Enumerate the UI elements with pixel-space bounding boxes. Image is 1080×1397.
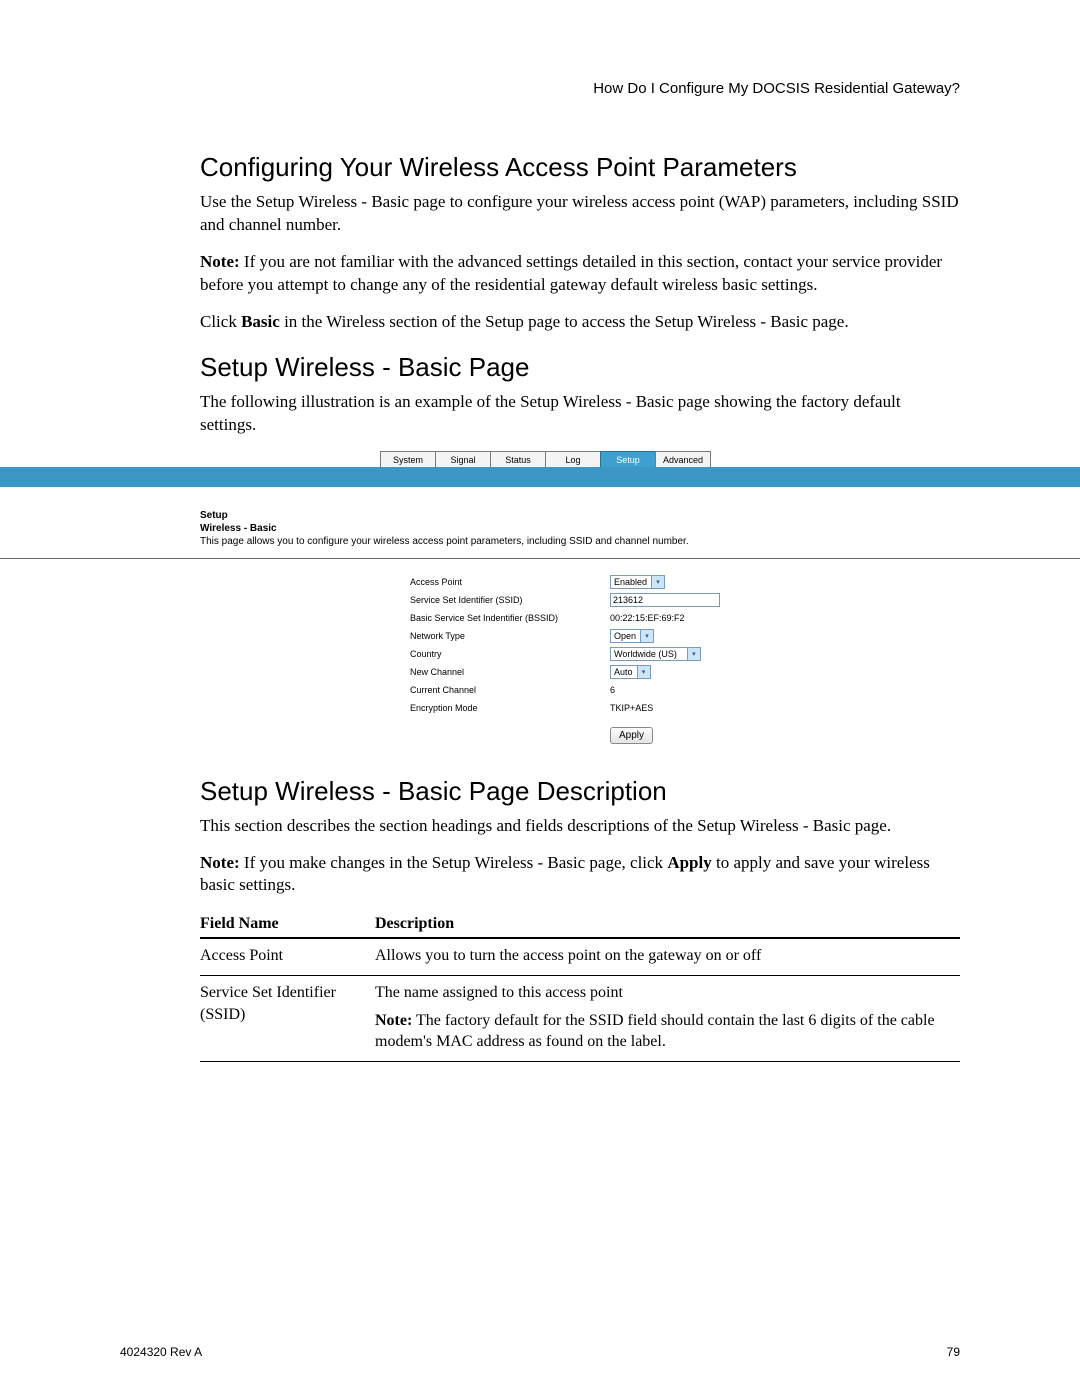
cell-field-ssid: Service Set Identifier (SSID): [200, 975, 375, 1061]
select-network-type-value: Open: [614, 631, 636, 641]
note-text: If you are not familiar with the advance…: [200, 252, 942, 294]
tab-log[interactable]: Log: [545, 451, 601, 467]
para-click-basic: Click Basic in the Wireless section of t…: [200, 311, 960, 334]
label-bssid: Basic Service Set Indentifier (BSSID): [410, 613, 610, 623]
th-field-name: Field Name: [200, 911, 375, 938]
select-country[interactable]: Worldwide (US) ▾: [610, 647, 701, 661]
row-current-channel: Current Channel 6: [410, 681, 960, 699]
para-illustration: The following illustration is an example…: [200, 391, 960, 437]
select-access-point[interactable]: Enabled ▾: [610, 575, 665, 589]
cell-field-access-point: Access Point: [200, 938, 375, 975]
label-access-point: Access Point: [410, 577, 610, 587]
select-new-channel[interactable]: Auto ▾: [610, 665, 651, 679]
value-current-channel: 6: [610, 685, 615, 695]
text-click: Click: [200, 312, 241, 331]
tab-setup[interactable]: Setup: [600, 451, 656, 467]
para-note-1: Note: If you are not familiar with the a…: [200, 251, 960, 297]
ui-title-setup: Setup: [200, 509, 960, 522]
ui-tabs: System Signal Status Log Setup Advanced: [380, 451, 960, 467]
text-basic-bold: Basic: [241, 312, 280, 331]
para-desc-intro: This section describes the section headi…: [200, 815, 960, 838]
value-encryption: TKIP+AES: [610, 703, 653, 713]
description-table: Field Name Description Access Point Allo…: [200, 911, 960, 1061]
table-row: Access Point Allows you to turn the acce…: [200, 938, 960, 975]
select-access-point-value: Enabled: [614, 577, 647, 587]
select-new-channel-value: Auto: [614, 667, 633, 677]
ui-title-wireless-basic: Wireless - Basic: [200, 522, 960, 535]
note-2a: If you make changes in the Setup Wireles…: [240, 853, 668, 872]
para-note-2: Note: If you make changes in the Setup W…: [200, 852, 960, 898]
ssid-note-text: The factory default for the SSID field s…: [375, 1012, 935, 1051]
label-current-channel: Current Channel: [410, 685, 610, 695]
tab-signal[interactable]: Signal: [435, 451, 491, 467]
label-country: Country: [410, 649, 610, 659]
label-ssid: Service Set Identifier (SSID): [410, 595, 610, 605]
text-click-tail: in the Wireless section of the Setup pag…: [280, 312, 849, 331]
ssid-note-label: Note:: [375, 1012, 412, 1029]
label-network-type: Network Type: [410, 631, 610, 641]
chevron-down-icon: ▾: [651, 576, 664, 588]
value-bssid: 00:22:15:EF:69:F2: [610, 613, 685, 623]
heading-page-description: Setup Wireless - Basic Page Description: [200, 776, 960, 807]
row-ssid: Service Set Identifier (SSID): [410, 591, 960, 609]
footer-doc-id: 4024320 Rev A: [120, 1345, 202, 1359]
tab-status[interactable]: Status: [490, 451, 546, 467]
footer-page-number: 79: [947, 1345, 960, 1359]
chevron-down-icon: ▾: [687, 648, 700, 660]
heading-setup-basic-page: Setup Wireless - Basic Page: [200, 352, 960, 383]
select-country-value: Worldwide (US): [614, 649, 677, 659]
chevron-down-icon: ▾: [640, 630, 653, 642]
row-encryption: Encryption Mode TKIP+AES: [410, 699, 960, 717]
ui-title-desc: This page allows you to configure your w…: [200, 536, 689, 547]
row-country: Country Worldwide (US) ▾: [410, 645, 960, 663]
ssid-desc-text: The name assigned to this access point: [375, 984, 623, 1001]
select-network-type[interactable]: Open ▾: [610, 629, 654, 643]
running-header: How Do I Configure My DOCSIS Residential…: [200, 80, 960, 97]
table-row: Service Set Identifier (SSID) The name a…: [200, 975, 960, 1061]
para-intro: Use the Setup Wireless - Basic page to c…: [200, 191, 960, 237]
input-ssid[interactable]: [610, 593, 720, 607]
label-new-channel: New Channel: [410, 667, 610, 677]
row-access-point: Access Point Enabled ▾: [410, 573, 960, 591]
tab-advanced[interactable]: Advanced: [655, 451, 711, 467]
ui-blue-bar: [0, 467, 1080, 487]
label-encryption: Encryption Mode: [410, 703, 610, 713]
row-new-channel: New Channel Auto ▾: [410, 663, 960, 681]
page-footer: 4024320 Rev A 79: [120, 1345, 960, 1359]
ui-titleblock: Setup Wireless - Basic This page allows …: [200, 509, 960, 548]
note-label: Note:: [200, 252, 240, 271]
apply-button[interactable]: Apply: [610, 727, 653, 744]
ui-divider: [0, 558, 1080, 559]
th-description: Description: [375, 911, 960, 938]
row-network-type: Network Type Open ▾: [410, 627, 960, 645]
cell-desc-ssid: The name assigned to this access point N…: [375, 975, 960, 1061]
apply-bold: Apply: [667, 853, 711, 872]
chevron-down-icon: ▾: [637, 666, 650, 678]
ui-screenshot: System Signal Status Log Setup Advanced …: [200, 451, 960, 744]
tab-system[interactable]: System: [380, 451, 436, 467]
cell-desc-access-point: Allows you to turn the access point on t…: [375, 938, 960, 975]
ui-form: Access Point Enabled ▾ Service Set Ident…: [410, 573, 960, 717]
row-bssid: Basic Service Set Indentifier (BSSID) 00…: [410, 609, 960, 627]
note-label-2: Note:: [200, 853, 240, 872]
heading-configuring-wap: Configuring Your Wireless Access Point P…: [200, 152, 960, 183]
